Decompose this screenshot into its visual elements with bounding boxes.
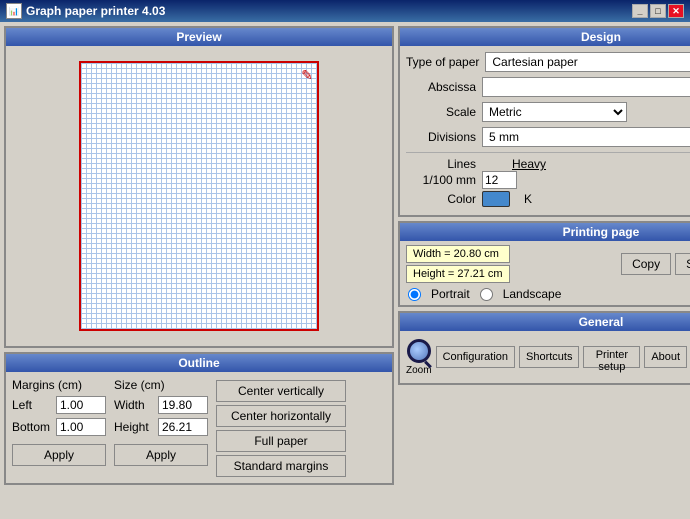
preview-section: Preview ✎ bbox=[4, 26, 394, 348]
type-select[interactable]: Cartesian paper bbox=[485, 52, 690, 72]
scale-row: Scale Metric ▼ bbox=[406, 102, 690, 122]
color-label: Color bbox=[406, 192, 476, 206]
shortcuts-button[interactable]: Shortcuts bbox=[519, 346, 579, 368]
type-of-paper-row: Type of paper Cartesian paper bbox=[406, 52, 690, 72]
app-icon: 📊 bbox=[6, 3, 22, 19]
keep-label: K bbox=[524, 192, 532, 206]
divisions-label: Divisions bbox=[406, 130, 476, 144]
margins-apply-button[interactable]: Apply bbox=[12, 444, 106, 466]
configuration-button[interactable]: Configuration bbox=[436, 346, 515, 368]
outline-buttons: Center vertically Center horizontally Fu… bbox=[216, 380, 346, 477]
scale-label: Scale bbox=[406, 105, 476, 119]
app-title: Graph paper printer 4.03 bbox=[26, 4, 165, 18]
bottom-label: Bottom bbox=[12, 420, 52, 434]
printing-section: Printing page Width = 20.80 cm Height = … bbox=[398, 221, 690, 307]
heavy-label[interactable]: Heavy bbox=[512, 157, 546, 171]
color-swatch[interactable] bbox=[482, 191, 510, 207]
design-header: Design bbox=[400, 28, 690, 46]
grid-canvas bbox=[81, 63, 317, 329]
close-button[interactable]: ✕ bbox=[668, 4, 684, 18]
left-panel: Preview ✎ Outline Margins (cm) Left bbox=[4, 26, 394, 515]
size-label: Size (cm) bbox=[114, 378, 208, 392]
left-label: Left bbox=[12, 398, 52, 412]
abscissa-select[interactable] bbox=[482, 77, 690, 97]
width-input[interactable] bbox=[158, 396, 208, 414]
color-row: Color K Change bbox=[406, 189, 690, 209]
bottom-input[interactable] bbox=[56, 418, 106, 436]
outline-content: Margins (cm) Left Bottom Apply Size (cm) bbox=[6, 372, 392, 483]
portrait-radio[interactable] bbox=[408, 288, 421, 301]
lines-header-row: Lines Heavy bbox=[406, 157, 690, 171]
maximize-button[interactable]: □ bbox=[650, 4, 666, 18]
height-input[interactable] bbox=[158, 418, 208, 436]
about-button[interactable]: About bbox=[644, 346, 687, 368]
title-bar: 📊 Graph paper printer 4.03 _ □ ✕ bbox=[0, 0, 690, 22]
printer-setup-button[interactable]: Printer setup bbox=[583, 346, 640, 368]
general-section: General Zoom Configuration Shortcuts Pri… bbox=[398, 311, 690, 385]
outline-header: Outline bbox=[6, 354, 392, 372]
left-margin-row: Left bbox=[12, 396, 106, 414]
center-horizontally-button[interactable]: Center horizontally bbox=[216, 405, 346, 427]
general-header: General bbox=[400, 313, 690, 331]
edit-icon[interactable]: ✎ bbox=[301, 67, 313, 84]
landscape-radio[interactable] bbox=[480, 288, 493, 301]
landscape-label: Landscape bbox=[503, 287, 562, 301]
outline-section: Outline Margins (cm) Left Bottom Apply bbox=[4, 352, 394, 485]
width-info: Width = 20.80 cm bbox=[406, 245, 510, 263]
main-window: Preview ✎ Outline Margins (cm) Left bbox=[0, 22, 690, 519]
margins-label: Margins (cm) bbox=[12, 378, 106, 392]
width-row: Width bbox=[114, 396, 208, 414]
margins-group: Margins (cm) Left Bottom Apply bbox=[12, 378, 106, 466]
save-button[interactable]: Save bbox=[675, 253, 690, 275]
height-row: Height bbox=[114, 418, 208, 436]
zoom-lens-container bbox=[407, 339, 431, 363]
paper-preview: ✎ bbox=[79, 61, 319, 331]
right-panel: Design Type of paper Cartesian paper Abs… bbox=[398, 26, 690, 515]
abscissa-controls bbox=[482, 77, 690, 97]
abscissa-label: Abscissa bbox=[406, 80, 476, 94]
size-apply-button[interactable]: Apply bbox=[114, 444, 208, 466]
left-input[interactable] bbox=[56, 396, 106, 414]
type-select-container: Cartesian paper bbox=[485, 52, 690, 72]
center-vertically-button[interactable]: Center vertically bbox=[216, 380, 346, 402]
size-group: Size (cm) Width Height Apply bbox=[114, 378, 208, 466]
window-controls: _ □ ✕ bbox=[632, 4, 684, 18]
design-section: Design Type of paper Cartesian paper Abs… bbox=[398, 26, 690, 217]
divisions-row: Divisions 5 mm bbox=[406, 127, 690, 147]
general-content: Zoom Configuration Shortcuts Printer set… bbox=[400, 331, 690, 383]
divisions-select[interactable]: 5 mm bbox=[482, 127, 690, 147]
zoom-tool[interactable]: Zoom bbox=[406, 335, 432, 379]
portrait-label: Portrait bbox=[431, 287, 470, 301]
per100mm-label: 1/100 mm bbox=[406, 173, 476, 187]
zoom-lens-icon bbox=[407, 339, 431, 363]
lines-per100-row: 1/100 mm bbox=[406, 171, 690, 189]
lines-section: Lines Heavy 1/100 mm Color K Change bbox=[406, 152, 690, 209]
height-info: Height = 27.21 cm bbox=[406, 265, 510, 283]
preview-header: Preview bbox=[6, 28, 392, 46]
copy-button[interactable]: Copy bbox=[621, 253, 671, 275]
height-label: Height bbox=[114, 420, 154, 434]
minimize-button[interactable]: _ bbox=[632, 4, 648, 18]
lines-label: Lines bbox=[406, 157, 476, 171]
per100mm-input[interactable] bbox=[482, 171, 517, 189]
orientation-row: Portrait Landscape bbox=[406, 287, 690, 301]
printing-header: Printing page bbox=[400, 223, 690, 241]
preview-area: ✎ bbox=[6, 46, 392, 346]
size-info-row: Width = 20.80 cm Height = 27.21 cm Copy … bbox=[406, 245, 690, 283]
width-label: Width bbox=[114, 398, 154, 412]
type-label: Type of paper bbox=[406, 55, 479, 69]
size-info-block: Width = 20.80 cm Height = 27.21 cm bbox=[406, 245, 510, 283]
printing-content: Width = 20.80 cm Height = 27.21 cm Copy … bbox=[400, 241, 690, 305]
bottom-margin-row: Bottom bbox=[12, 418, 106, 436]
design-content: Type of paper Cartesian paper Abscissa bbox=[400, 46, 690, 215]
standard-margins-button[interactable]: Standard margins bbox=[216, 455, 346, 477]
scale-select[interactable]: Metric bbox=[482, 102, 627, 122]
abscissa-row: Abscissa bbox=[406, 77, 690, 97]
save-copy-row: Copy Save 🖨 Print bbox=[621, 253, 690, 275]
full-paper-button[interactable]: Full paper bbox=[216, 430, 346, 452]
